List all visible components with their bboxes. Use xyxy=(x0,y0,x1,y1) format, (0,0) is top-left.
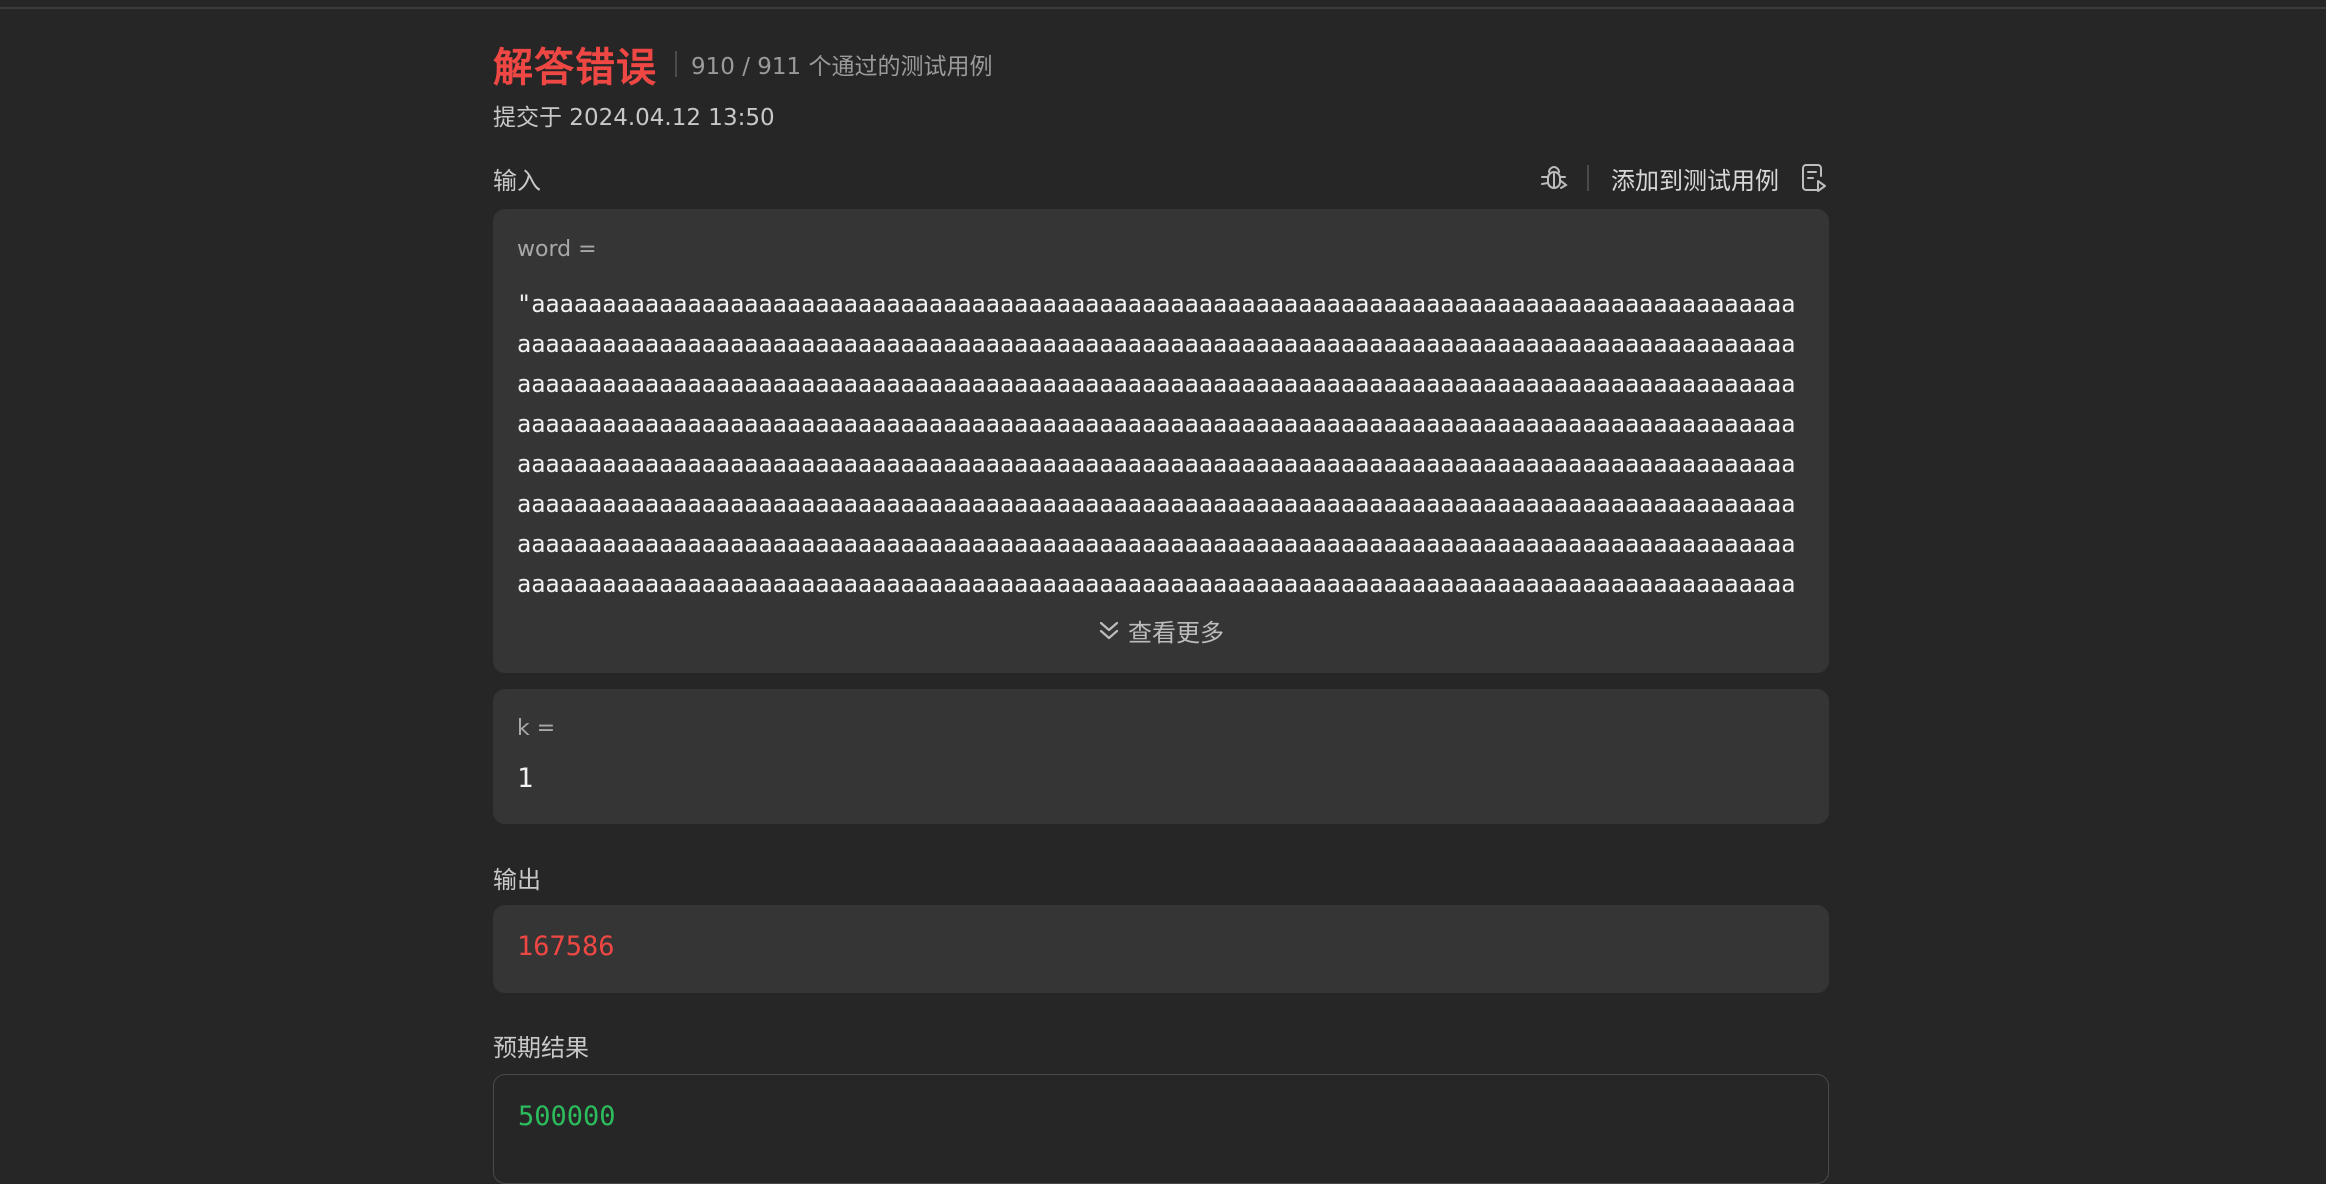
param-card-k: k = 1 xyxy=(493,689,1829,824)
output-value: 167586 xyxy=(517,931,615,962)
expected-label: 预期结果 xyxy=(493,1034,589,1062)
add-to-testcase-button[interactable]: 添加到测试用例 xyxy=(1611,161,1779,196)
see-more-button[interactable]: 查看更多 xyxy=(493,613,1829,648)
expected-value: 500000 xyxy=(518,1101,616,1132)
top-border xyxy=(0,0,2326,9)
divider xyxy=(675,51,677,77)
result-header: 解答错误 910 / 911 个通过的测试用例 xyxy=(493,36,992,92)
add-testcase-icon[interactable] xyxy=(1799,162,1829,194)
submission-time: 提交于 2024.04.12 13:50 xyxy=(493,105,775,131)
param-value-k: 1 xyxy=(517,763,534,794)
double-chevron-down-icon xyxy=(1098,619,1120,643)
param-value-word: "aaaaaaaaaaaaaaaaaaaaaaaaaaaaaaaaaaaaaaa… xyxy=(517,290,1796,598)
passed-cases-count: 910 / 911 个通过的测试用例 xyxy=(691,54,993,80)
expected-card: 500000 xyxy=(493,1074,1829,1184)
output-label: 输出 xyxy=(493,866,541,894)
output-card: 167586 xyxy=(493,905,1829,993)
divider xyxy=(1587,165,1589,191)
see-more-label: 查看更多 xyxy=(1128,619,1224,647)
bug-icon[interactable] xyxy=(1539,163,1569,193)
param-name-k: k = xyxy=(517,716,556,741)
param-name-word: word = xyxy=(517,237,597,262)
result-status: 解答错误 xyxy=(493,45,657,91)
input-actions: 添加到测试用例 xyxy=(1539,158,1829,198)
input-label: 输入 xyxy=(493,167,541,195)
param-card-word: word = "aaaaaaaaaaaaaaaaaaaaaaaaaaaaaaaa… xyxy=(493,209,1829,673)
